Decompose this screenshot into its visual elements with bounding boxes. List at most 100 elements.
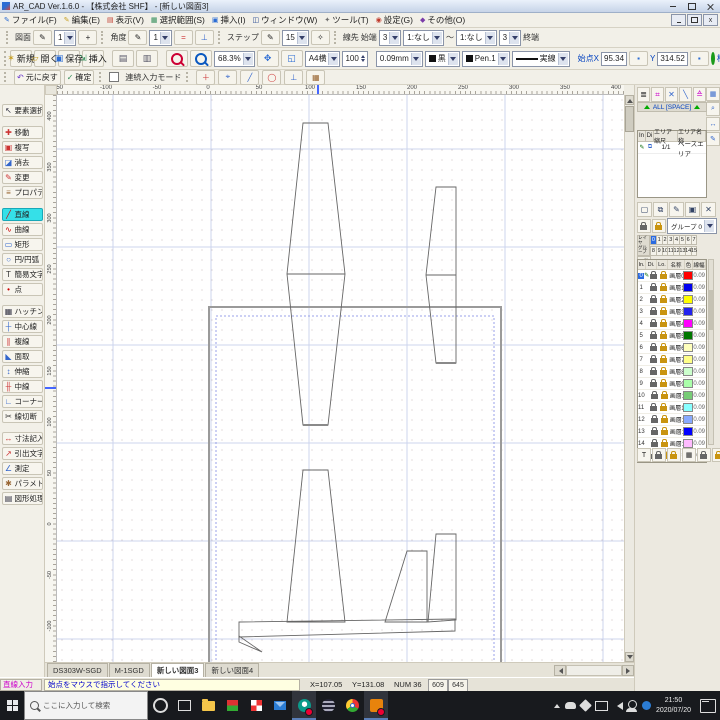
- tool-leader[interactable]: ↗ 引出文字: [1, 447, 43, 460]
- menu-item[interactable]: ◫ ウィンドウ(W): [253, 14, 318, 26]
- layer-lock-icon[interactable]: [650, 307, 658, 315]
- document-tab[interactable]: 新しい図面3: [150, 663, 205, 677]
- layer-row[interactable]: 5 ✎ 画層5 0.09: [638, 330, 706, 342]
- tab-scroll-left-arrow[interactable]: [554, 665, 566, 676]
- step-select[interactable]: 15: [281, 29, 309, 46]
- group-lock-icon[interactable]: [637, 219, 651, 233]
- layer-print-lock-icon[interactable]: [660, 271, 668, 279]
- teal-app-button[interactable]: [292, 691, 316, 720]
- scrollbar-thumb[interactable]: [625, 106, 634, 132]
- people-icon[interactable]: [625, 700, 637, 712]
- layer-lock-icon[interactable]: [650, 391, 658, 399]
- toolbar-grip[interactable]: [101, 30, 106, 45]
- area-delete-button[interactable]: ✕: [701, 202, 716, 217]
- toolbar-grip[interactable]: [4, 51, 6, 66]
- area-row[interactable]: ✎ ⧉ 1/1 ベースエリア: [638, 141, 706, 158]
- line-style-select[interactable]: 実線: [511, 50, 570, 67]
- open-button[interactable]: ▱ 開く: [32, 50, 58, 67]
- scroll-down-arrow[interactable]: [625, 652, 634, 662]
- action-center-icon[interactable]: [700, 698, 716, 713]
- tool-hatch[interactable]: ▦ ハッチング: [1, 305, 43, 318]
- tool-chamfer[interactable]: ◣ 面取: [1, 350, 43, 363]
- layer-color-chip[interactable]: [683, 391, 694, 400]
- sheet-settings-button[interactable]: ✎: [33, 30, 52, 45]
- layer-color-chip[interactable]: [683, 295, 694, 304]
- taskbar-clock[interactable]: 21:50 2020/07/20: [656, 696, 691, 714]
- layer-row[interactable]: 6 ✎ 画層6 0.09: [638, 342, 706, 354]
- layer-row[interactable]: 0 ✎ 画層0 0.09: [638, 270, 706, 282]
- hatch-layer-button[interactable]: ▦: [682, 448, 696, 462]
- text-layer-button[interactable]: T: [637, 448, 651, 462]
- tool-parametric[interactable]: ✱ パラメトリック: [1, 477, 43, 490]
- list-view-icon[interactable]: ≣: [637, 87, 650, 102]
- minimize-button[interactable]: [663, 0, 682, 12]
- toolbar-grip[interactable]: [6, 30, 11, 45]
- scale-spinner[interactable]: 100: [342, 50, 368, 67]
- continuous-input-checkbox[interactable]: [109, 72, 120, 82]
- angle-select[interactable]: 1: [149, 29, 172, 46]
- linecap-end-type-select[interactable]: 1:なし: [455, 29, 497, 46]
- layer-lock-icon[interactable]: [650, 403, 658, 411]
- layer-row[interactable]: 12 ✎ 画層12 0.09: [638, 414, 706, 426]
- layer-row[interactable]: 8 ✎ 画層8 0.09: [638, 366, 706, 378]
- zoom-in-button[interactable]: [190, 50, 212, 67]
- mdi-minimize-button[interactable]: [671, 14, 686, 26]
- start-button[interactable]: [0, 691, 24, 720]
- linecap-start-size-select[interactable]: 3: [378, 29, 402, 46]
- snap-plus-icon[interactable]: ＋: [196, 69, 216, 85]
- layer-color-chip[interactable]: [683, 319, 694, 328]
- group-cell[interactable]: 7: [690, 235, 698, 245]
- tool-curve[interactable]: ∿ 曲線: [1, 223, 43, 236]
- drawing-canvas[interactable]: [57, 95, 624, 662]
- toolbar-grip[interactable]: [99, 72, 104, 82]
- striped-app-button[interactable]: [316, 691, 340, 720]
- layer-color-chip[interactable]: [683, 307, 694, 316]
- area-paste-button[interactable]: ▣: [685, 202, 700, 217]
- mdi-restore-button[interactable]: [687, 14, 702, 26]
- layer-row[interactable]: 10 ✎ 画層10 0.09: [638, 390, 706, 402]
- store-app-button[interactable]: [220, 691, 244, 720]
- snap-diagonal-icon[interactable]: ╱: [240, 69, 260, 85]
- cross-snap-icon[interactable]: ✕: [665, 87, 678, 102]
- layer-lock-icon[interactable]: [650, 271, 658, 279]
- document-tab[interactable]: DS303W-SGD: [47, 663, 108, 677]
- print-continuous-button[interactable]: ▥: [136, 50, 158, 67]
- layer-print-lock-icon[interactable]: [660, 343, 668, 351]
- bluetooth-icon[interactable]: [641, 701, 651, 710]
- insert-button[interactable]: ⇲ 挿入: [79, 50, 107, 67]
- angle-snap-icon[interactable]: ≙: [693, 87, 706, 102]
- toolbar-grip[interactable]: [186, 72, 191, 82]
- menu-item[interactable]: ▣ 挿入(I): [212, 14, 246, 26]
- layer-row[interactable]: 7 ✎ 画層7 0.09: [638, 354, 706, 366]
- unlock-all-button[interactable]: [667, 448, 681, 462]
- layer-color-chip[interactable]: [683, 415, 694, 424]
- menu-item[interactable]: ▤ 表示(V): [107, 14, 144, 26]
- tool-text[interactable]: T 簡易文字: [1, 268, 43, 281]
- mini-grid-icon[interactable]: ▦: [706, 87, 720, 101]
- layer-lock-icon[interactable]: [650, 283, 658, 291]
- toolbar-grip[interactable]: [217, 30, 223, 45]
- tool-cut[interactable]: ✂ 線切断: [1, 410, 43, 423]
- angle-settings-button[interactable]: ✎: [128, 30, 148, 45]
- new-button[interactable]: ✶ 新規: [7, 50, 35, 67]
- fit-page-button[interactable]: ◱: [280, 50, 303, 67]
- layer-color-chip[interactable]: [683, 367, 694, 376]
- layer-color-chip[interactable]: [683, 283, 694, 292]
- start-x-input[interactable]: 95.34: [601, 51, 628, 66]
- linecap-start-type-select[interactable]: 1:なし: [403, 29, 444, 46]
- tab-scroll-right-arrow[interactable]: [622, 665, 634, 676]
- layer-lock-icon[interactable]: [650, 331, 658, 339]
- group-unlock-icon[interactable]: [652, 219, 666, 233]
- layer-print-lock-icon[interactable]: [660, 331, 668, 339]
- tool-circle[interactable]: ○ 円/円弧: [1, 253, 43, 266]
- onedrive-icon[interactable]: [564, 702, 576, 709]
- tool-measure[interactable]: ∠ 測定: [1, 462, 43, 475]
- menu-item[interactable]: ◉ 設定(G): [376, 14, 413, 26]
- layer-print-lock-icon[interactable]: [660, 415, 668, 423]
- pen-select[interactable]: Pen.1: [461, 50, 510, 67]
- tool-midline[interactable]: ╫ 中線: [1, 380, 43, 393]
- cortana-button[interactable]: [148, 691, 172, 720]
- tool-offset[interactable]: ∥ 複線: [1, 335, 43, 348]
- mdi-close-button[interactable]: x: [703, 14, 718, 26]
- layer-table-scrollbar[interactable]: [708, 259, 714, 445]
